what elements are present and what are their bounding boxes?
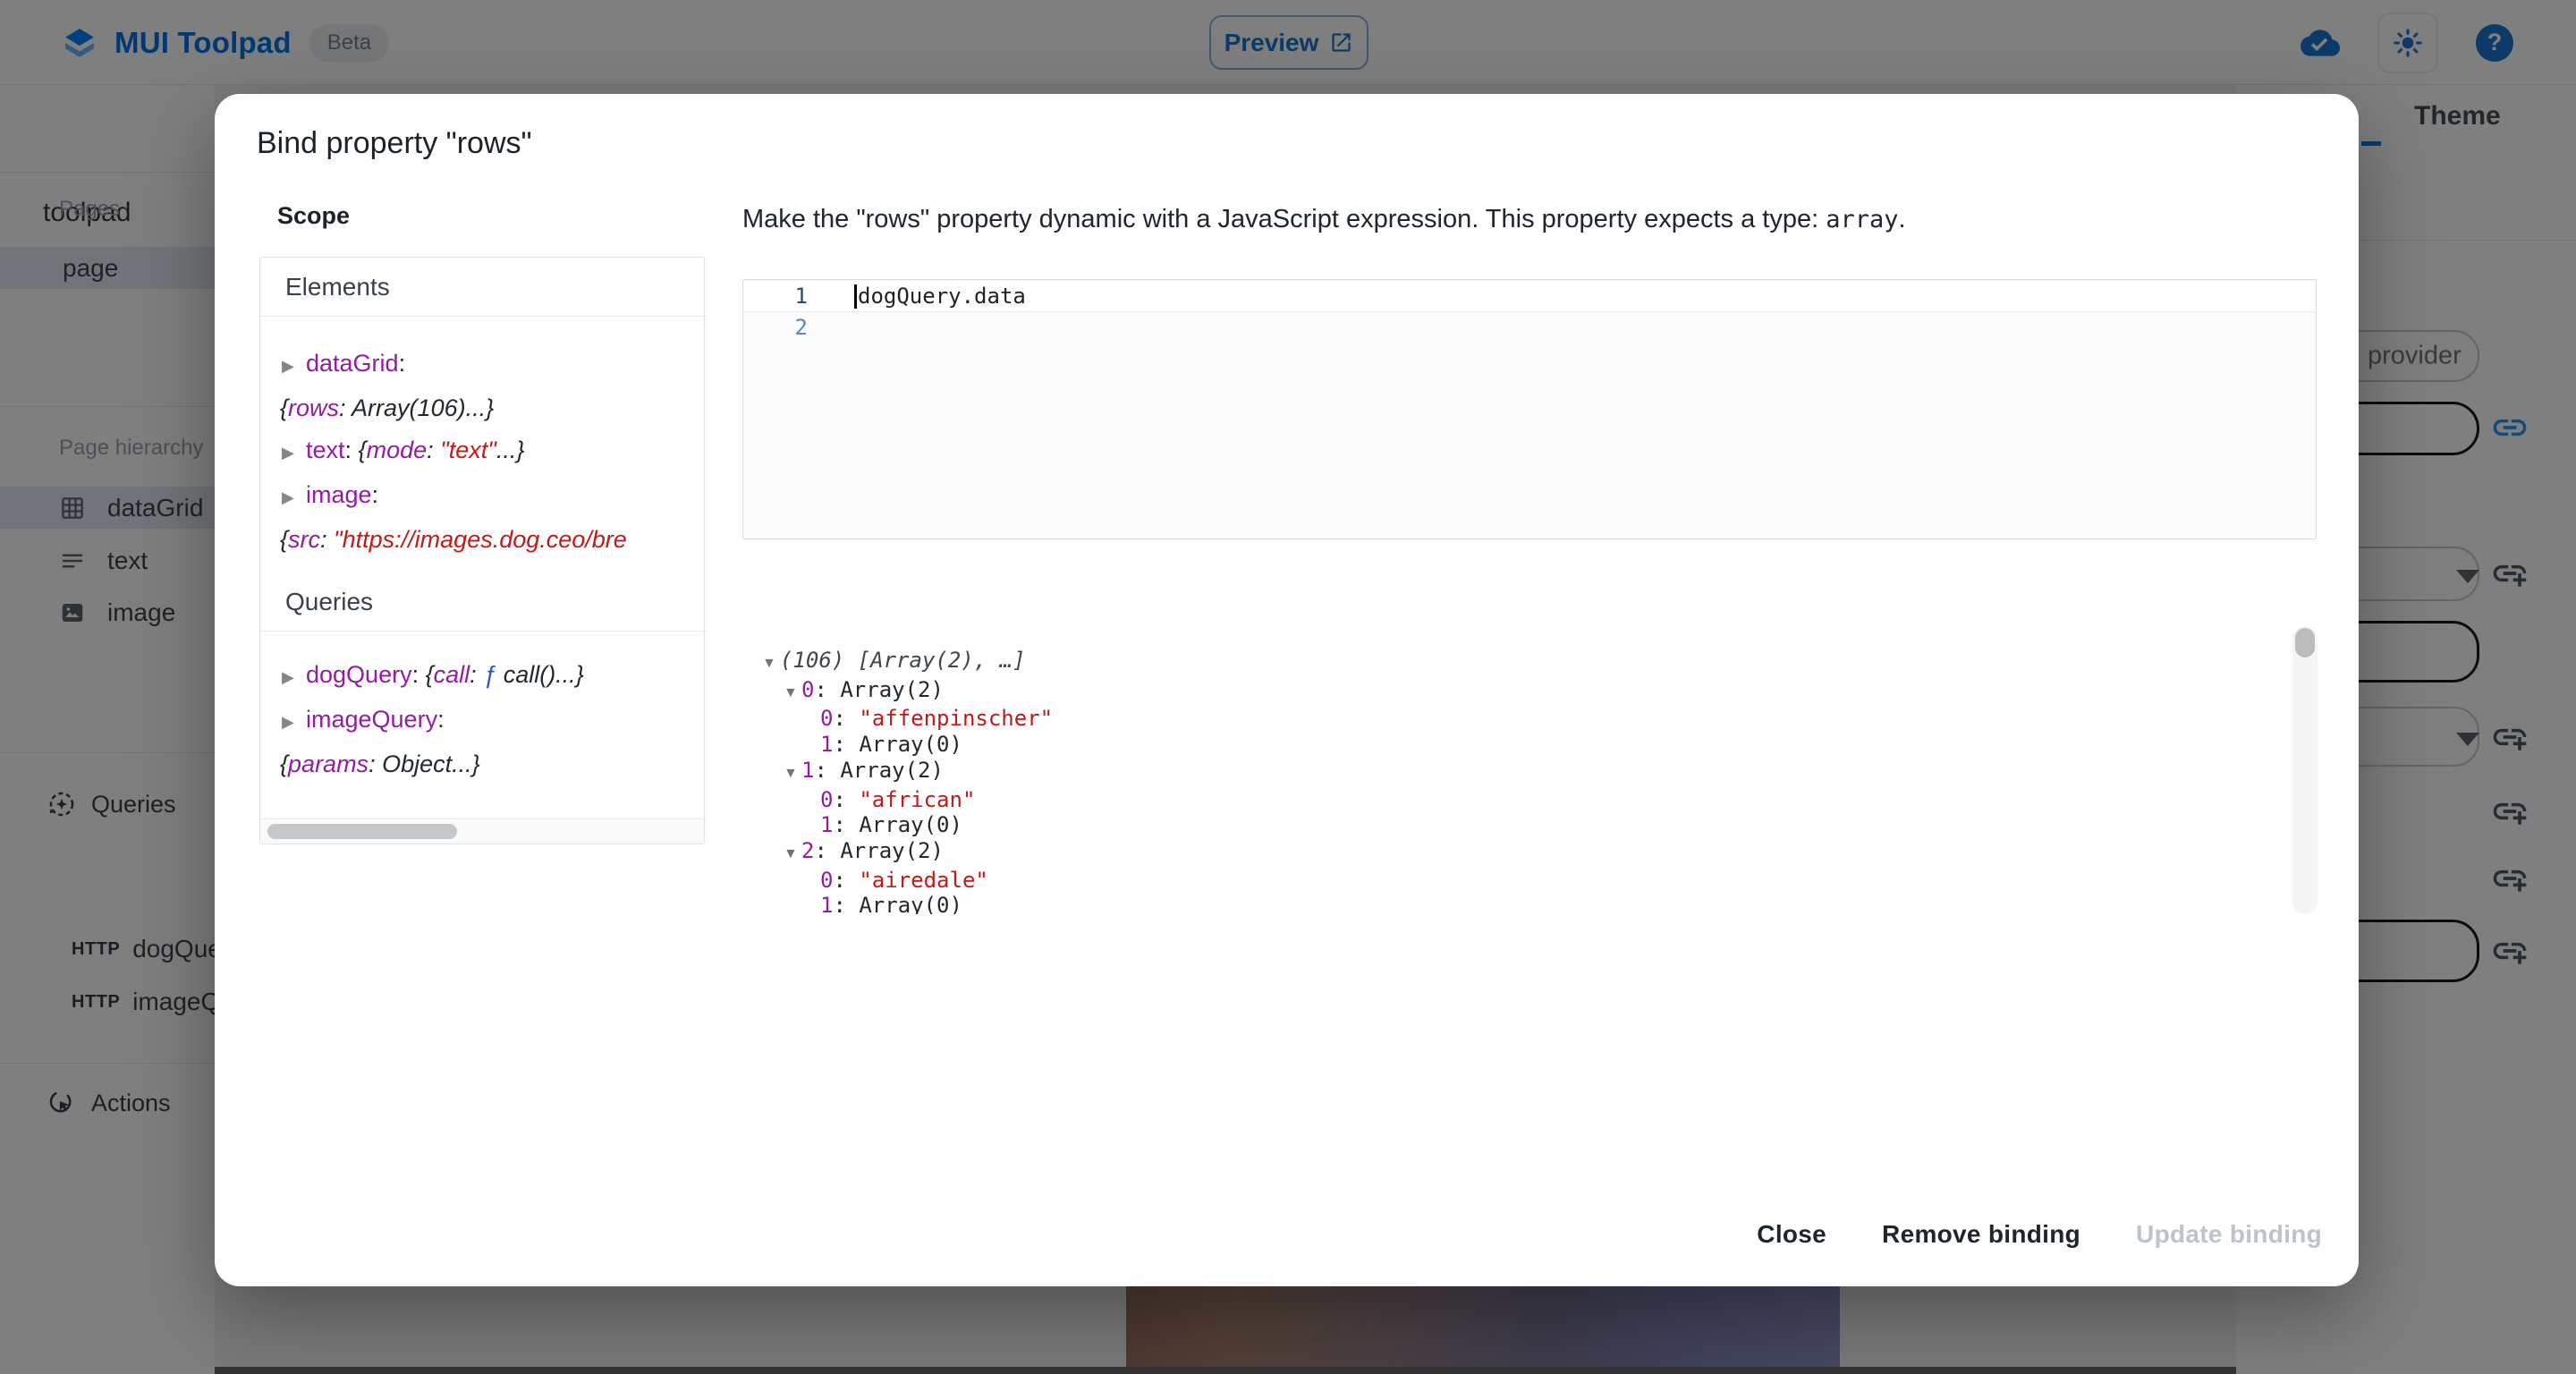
preview-tree-row[interactable]: ▼0: Array(2) xyxy=(742,677,2327,707)
code-line: dogQuery.data xyxy=(858,281,2314,312)
preview-tree-row[interactable]: 0: "affenpinscher" xyxy=(742,706,2327,732)
preview-tree-row[interactable]: 0: "african" xyxy=(742,787,2327,813)
scope-queries-tree: ▶dogQuery: {call: ƒ call()...}▶imageQuer… xyxy=(260,654,704,785)
editor-content[interactable]: dogQuery.data xyxy=(858,281,2314,312)
scope-tree-line[interactable]: ▶dogQuery: {call: ƒ call()...} xyxy=(260,654,704,699)
horizontal-scrollbar[interactable] xyxy=(260,818,704,844)
expanded-arrow-icon[interactable]: ▼ xyxy=(784,761,801,787)
expanded-arrow-icon[interactable]: ▼ xyxy=(784,681,801,707)
expected-type: array xyxy=(1826,206,1898,233)
dialog-actions: Close Remove binding Update binding xyxy=(215,1220,2359,1249)
scope-tree-line[interactable]: {rows: Array(106)...} xyxy=(260,387,704,429)
line-number: 1 xyxy=(743,281,808,312)
preview-tree-row[interactable]: ▼2: Array(2) xyxy=(742,838,2327,868)
preview-tree-row[interactable]: 1: Array(0) xyxy=(742,812,2327,838)
text-cursor xyxy=(854,284,857,309)
line-number-gutter: 1 2 xyxy=(743,281,808,344)
expanded-arrow-icon[interactable]: ▼ xyxy=(762,651,780,677)
collapsed-arrow-icon[interactable]: ▶ xyxy=(282,345,306,387)
expression-editor[interactable]: 1 2 dogQuery.data xyxy=(742,279,2317,539)
scope-tree-line[interactable]: ▶image: xyxy=(260,474,704,519)
remove-binding-button[interactable]: Remove binding xyxy=(1882,1220,2080,1249)
preview-tree-row[interactable]: ▼(106) [Array(2), …] xyxy=(742,648,2327,677)
scope-tree-line[interactable]: ▶text: {mode: "text"...} xyxy=(260,429,704,474)
preview-tree: ▼(106) [Array(2), …]▼0: Array(2)0: "affe… xyxy=(742,626,2327,914)
collapsed-arrow-icon[interactable]: ▶ xyxy=(282,657,306,699)
bind-property-dialog: Bind property "rows" Scope Elements ▶dat… xyxy=(215,94,2359,1286)
vertical-scrollbar[interactable] xyxy=(2292,626,2318,914)
scope-label: Scope xyxy=(277,202,350,230)
expanded-arrow-icon[interactable]: ▼ xyxy=(784,842,801,868)
preview-tree-row[interactable]: 1: Array(0) xyxy=(742,732,2327,758)
scope-tree-line[interactable]: {params: Object...} xyxy=(260,743,704,785)
scope-tree-line[interactable]: ▶imageQuery: xyxy=(260,699,704,743)
elements-header: Elements xyxy=(260,258,704,317)
evaluated-value-preview: ▼(106) [Array(2), …]▼0: Array(2)0: "affe… xyxy=(742,626,2327,914)
screen: MUI Toolpad Beta Preview xyxy=(0,0,2576,1374)
preview-tree-row[interactable]: 1: Array(0) xyxy=(742,893,2327,914)
scope-tree-line[interactable]: {src: "https://images.dog.ceo/bre xyxy=(260,519,704,561)
preview-tree-row[interactable]: 0: "airedale" xyxy=(742,868,2327,894)
collapsed-arrow-icon[interactable]: ▶ xyxy=(282,477,306,519)
update-binding-button[interactable]: Update binding xyxy=(2136,1220,2322,1249)
line-number: 2 xyxy=(743,312,808,344)
scope-explorer: Elements ▶dataGrid:{rows: Array(106)...}… xyxy=(259,257,705,844)
scrollbar-thumb[interactable] xyxy=(2295,628,2315,657)
collapsed-arrow-icon[interactable]: ▶ xyxy=(282,432,306,474)
scope-queries-header: Queries xyxy=(260,572,704,632)
scope-tree-line[interactable]: ▶dataGrid: xyxy=(260,343,704,387)
scrollbar-thumb[interactable] xyxy=(267,824,457,839)
binding-description: Make the "rows" property dynamic with a … xyxy=(742,205,1906,234)
preview-tree-row[interactable]: ▼1: Array(2) xyxy=(742,758,2327,787)
close-button[interactable]: Close xyxy=(1757,1220,1826,1249)
collapsed-arrow-icon[interactable]: ▶ xyxy=(282,701,306,743)
scope-elements-tree: ▶dataGrid:{rows: Array(106)...}▶text: {m… xyxy=(260,343,704,561)
dialog-title: Bind property "rows" xyxy=(257,126,532,161)
